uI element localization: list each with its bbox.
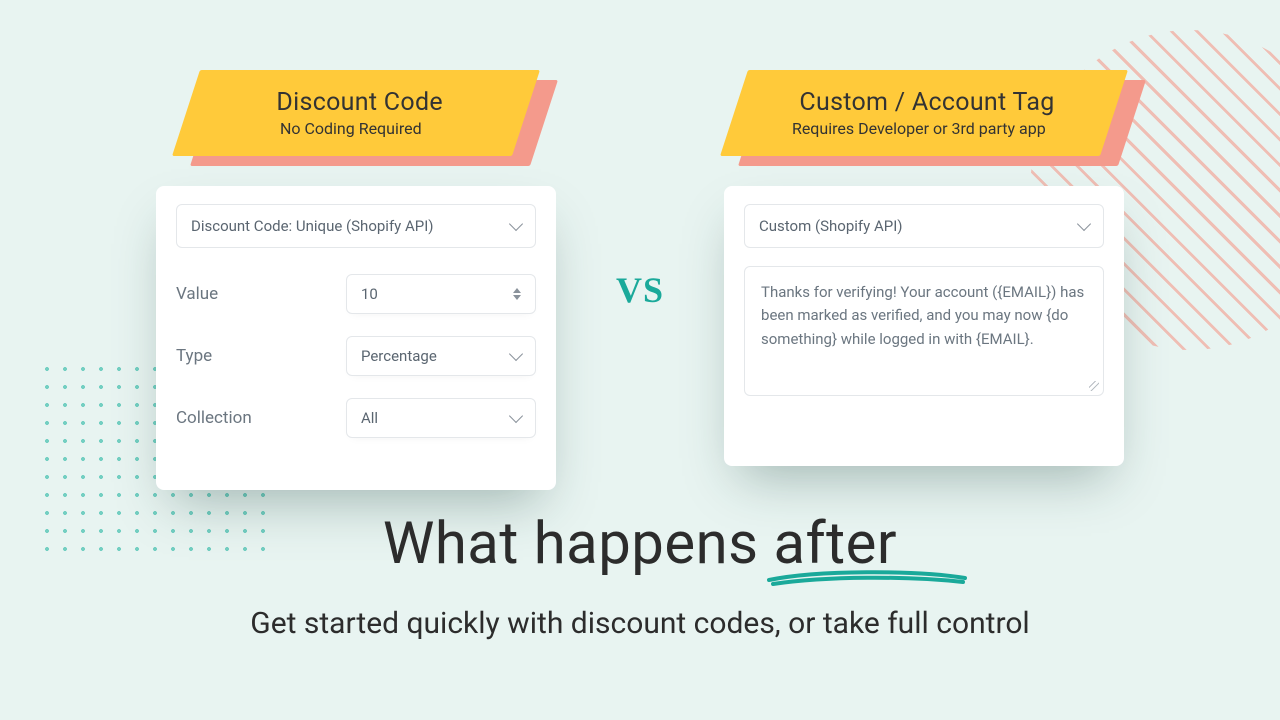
headline-block: What happens after Get started quickly w… (0, 510, 1280, 641)
value-label: Value (176, 284, 346, 304)
left-banner-title: Discount Code (276, 88, 443, 117)
left-banner-sub: No Coding Required (280, 119, 422, 138)
headline: What happens after (0, 510, 1280, 578)
collection-select-value: All (361, 409, 378, 427)
left-banner: Discount Code No Coding Required (186, 70, 526, 156)
comparison-row: Discount Code No Coding Required Discoun… (0, 70, 1280, 490)
type-select-value: Percentage (361, 347, 437, 365)
number-stepper-icon[interactable] (513, 288, 521, 300)
right-column: Custom / Account Tag Requires Developer … (724, 70, 1124, 466)
left-column: Discount Code No Coding Required Discoun… (156, 70, 556, 490)
collection-label: Collection (176, 408, 346, 428)
message-textarea[interactable]: Thanks for verifying! Your account ({EMA… (744, 266, 1104, 396)
type-label: Type (176, 346, 346, 366)
value-input[interactable]: 10 (346, 274, 536, 314)
chevron-down-icon (1077, 217, 1091, 231)
custom-type-select[interactable]: Custom (Shopify API) (744, 204, 1104, 248)
headline-plain: What happens (383, 510, 774, 578)
chevron-down-icon (509, 409, 523, 423)
subhead: Get started quickly with discount codes,… (0, 606, 1280, 641)
vs-label: VS (616, 269, 664, 311)
type-select[interactable]: Percentage (346, 336, 536, 376)
left-card: Discount Code: Unique (Shopify API) Valu… (156, 186, 556, 490)
right-banner-title: Custom / Account Tag (800, 88, 1055, 117)
chevron-down-icon (509, 347, 523, 361)
right-banner: Custom / Account Tag Requires Developer … (734, 70, 1114, 156)
chevron-down-icon (509, 217, 523, 231)
collection-select[interactable]: All (346, 398, 536, 438)
underline-scribble-icon (767, 566, 967, 588)
right-card: Custom (Shopify API) Thanks for verifyin… (724, 186, 1124, 466)
value-input-text: 10 (361, 285, 378, 303)
select-value: Custom (Shopify API) (759, 217, 902, 235)
select-value: Discount Code: Unique (Shopify API) (191, 217, 434, 235)
discount-code-type-select[interactable]: Discount Code: Unique (Shopify API) (176, 204, 536, 248)
right-banner-sub: Requires Developer or 3rd party app (792, 119, 1046, 138)
